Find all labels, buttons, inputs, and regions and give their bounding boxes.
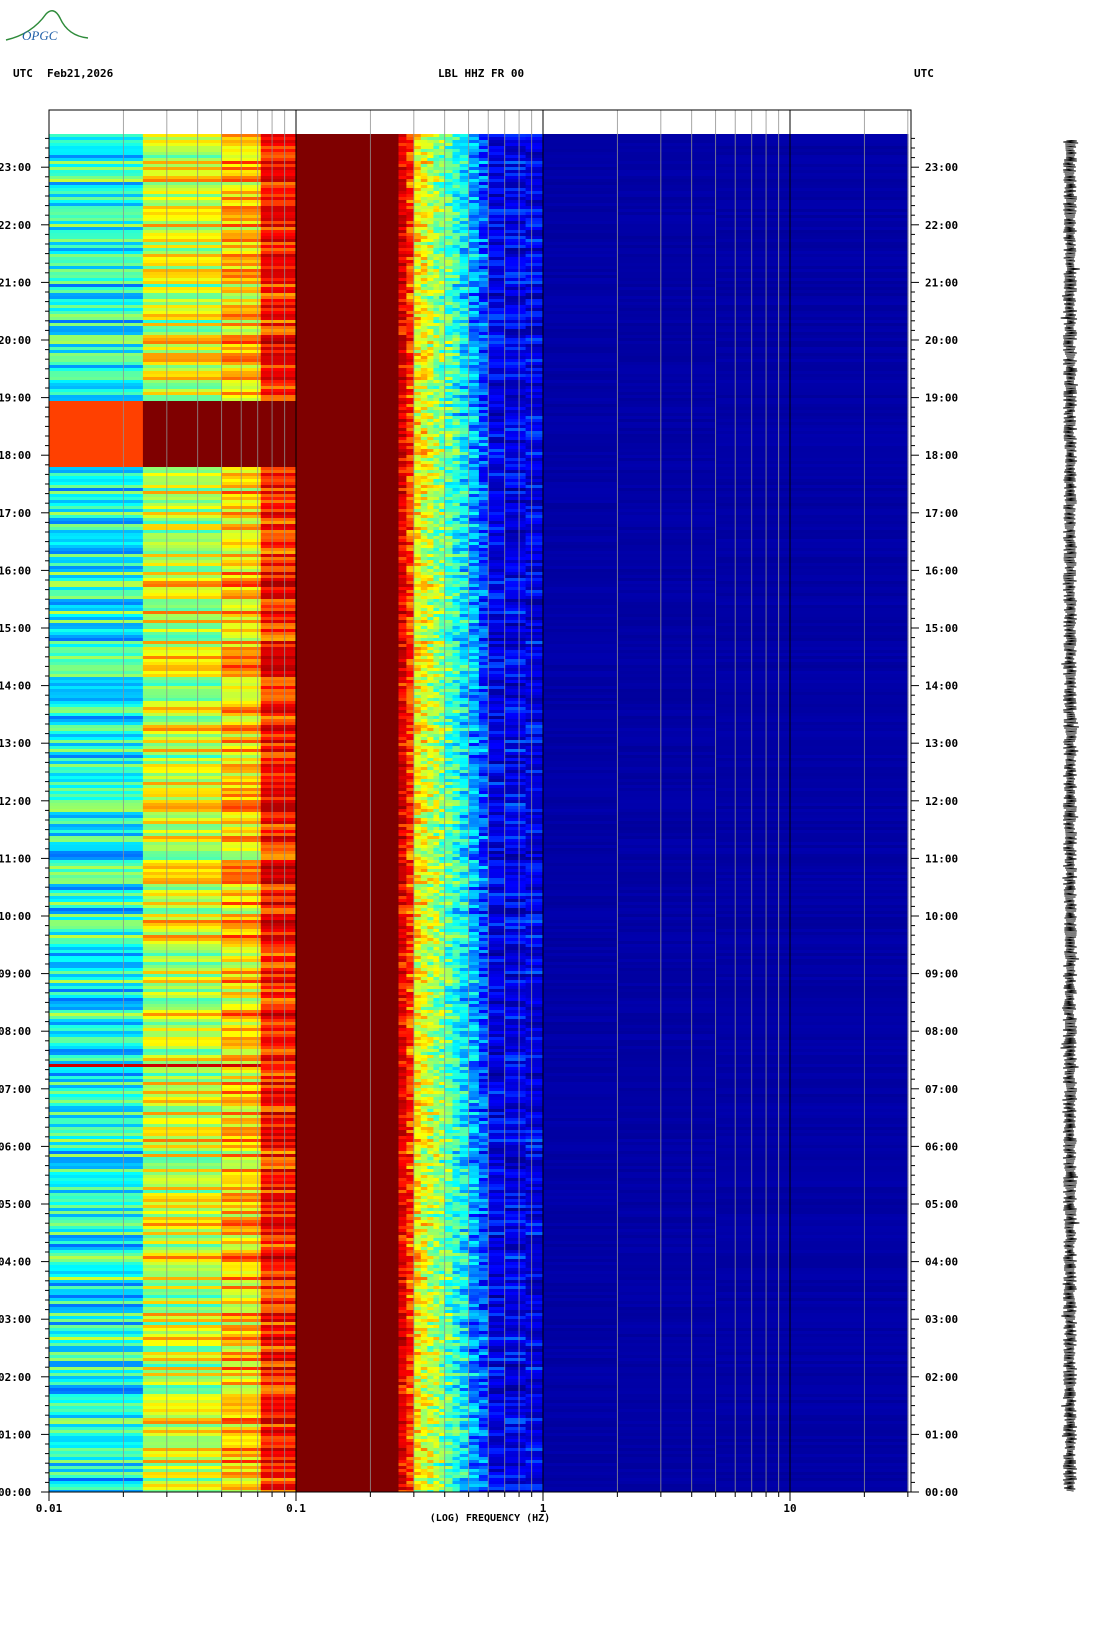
y-tick-label-left: 20:00 [0,334,31,347]
x-axis-ticks: 0.01 0.1 1 10 [36,1492,909,1515]
y-tick-label-left: 04:00 [0,1256,31,1269]
y-tick-label-right: 23:00 [925,161,958,174]
y-tick-label-right: 11:00 [925,852,958,865]
y-tick-label-right: 15:00 [925,622,958,635]
y-tick-label-left: 00:00 [0,1486,31,1499]
y-tick-label-right: 16:00 [925,564,958,577]
y-tick-label-right: 07:00 [925,1083,958,1096]
y-tick-label-right: 05:00 [925,1198,958,1211]
y-tick-label-right: 13:00 [925,737,958,750]
y-tick-label-right: 09:00 [925,968,958,981]
y-tick-label-right: 17:00 [925,507,958,520]
y-tick-label-left: 01:00 [0,1428,31,1441]
y-tick-label-left: 06:00 [0,1140,31,1153]
y-tick-label-left: 12:00 [0,795,31,808]
y-tick-label-left: 14:00 [0,680,31,693]
y-tick-label-right: 20:00 [925,334,958,347]
y-tick-label-right: 18:00 [925,449,958,462]
y-tick-label-left: 07:00 [0,1083,31,1096]
x-tick-label: 0.1 [286,1502,306,1515]
y-tick-label-right: 04:00 [925,1256,958,1269]
y-tick-label-left: 13:00 [0,737,31,750]
seismogram-waveform [1060,140,1080,1492]
y-tick-label-right: 01:00 [925,1428,958,1441]
y-tick-label-left: 11:00 [0,852,31,865]
x-tick-label: 10 [783,1502,796,1515]
y-tick-label-left: 22:00 [0,219,31,232]
y-tick-label-right: 06:00 [925,1140,958,1153]
y-tick-label-left: 15:00 [0,622,31,635]
y-tick-label-right: 19:00 [925,392,958,405]
y-tick-label-left: 09:00 [0,968,31,981]
spectrogram-chart: 00:00 00:00 01:00 01:00 02:00 02:00 03:00 03:00… [0,109,958,1524]
y-tick-label-right: 03:00 [925,1313,958,1326]
y-tick-label-left: 10:00 [0,910,31,923]
y-tick-label-right: 10:00 [925,910,958,923]
y-tick-label-left: 21:00 [0,276,31,289]
y-tick-label-left: 18:00 [0,449,31,462]
y-tick-label-right: 12:00 [925,795,958,808]
y-tick-label-right: 21:00 [925,276,958,289]
x-axis-label: (LOG) FREQUENCY (HZ) [430,1513,550,1524]
x-tick-label: 0.01 [36,1502,63,1515]
seismogram-trace [1060,140,1080,1492]
y-tick-label-right: 22:00 [925,219,958,232]
y-tick-label-left: 08:00 [0,1025,31,1038]
y-tick-label-left: 05:00 [0,1198,31,1211]
y-tick-label-right: 08:00 [925,1025,958,1038]
y-tick-label-right: 00:00 [925,1486,958,1499]
spectrogram-heatmap [49,134,909,1492]
y-tick-label-right: 02:00 [925,1371,958,1384]
y-tick-label-left: 19:00 [0,392,31,405]
y-tick-label-left: 16:00 [0,564,31,577]
y-tick-label-left: 17:00 [0,507,31,520]
y-tick-label-left: 23:00 [0,161,31,174]
y-tick-label-left: 03:00 [0,1313,31,1326]
y-tick-label-left: 02:00 [0,1371,31,1384]
y-tick-label-right: 14:00 [925,680,958,693]
